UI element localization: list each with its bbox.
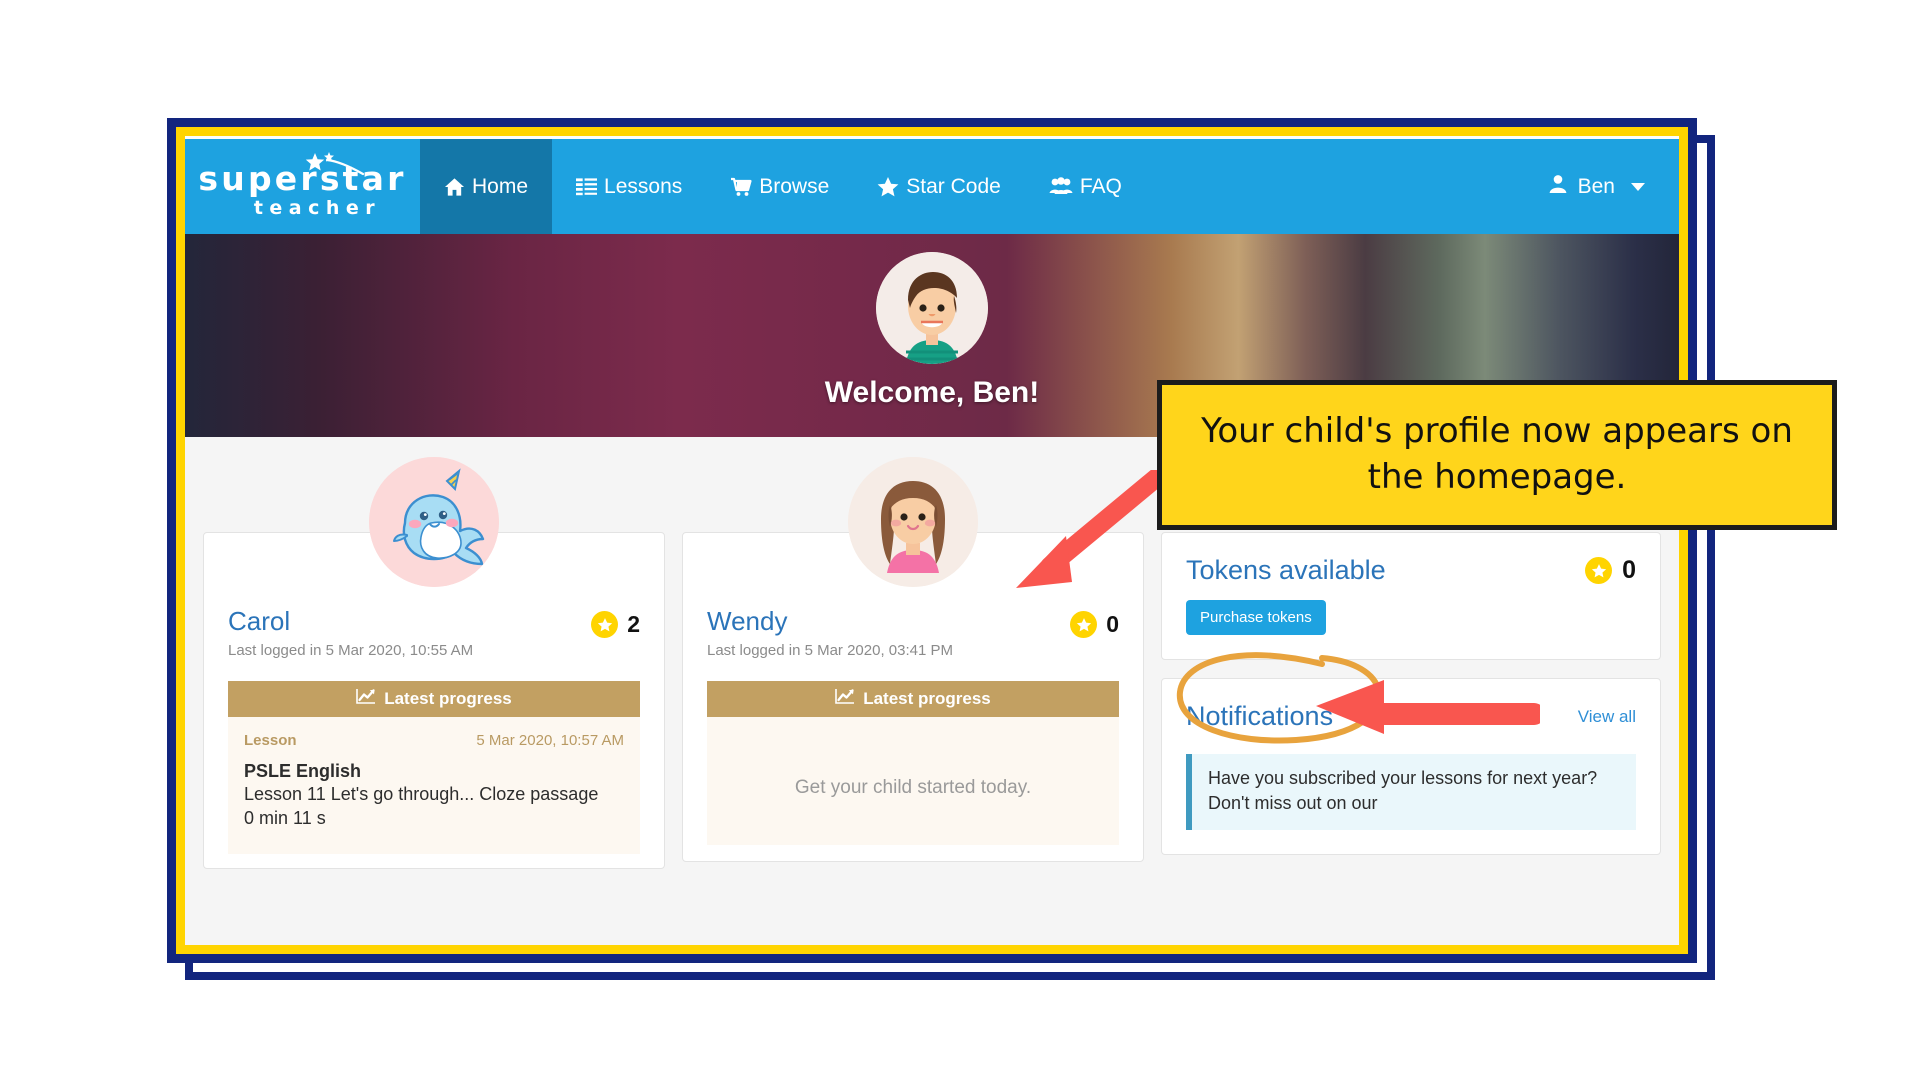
top-navbar: superstar teacher Home Lessons Browse St…	[185, 136, 1679, 234]
right-column: Tokens available 0 Purchase tokens Notif…	[1161, 532, 1661, 869]
nav-label-lessons: Lessons	[604, 174, 683, 198]
page-body: superstar teacher Home Lessons Browse St…	[185, 136, 1679, 945]
nav-item-star-code[interactable]: Star Code	[853, 139, 1025, 234]
child-last-login: Last logged in 5 Mar 2020, 10:55 AM	[228, 641, 474, 659]
child-identity-carol: Carol Last logged in 5 Mar 2020, 10:55 A…	[228, 607, 473, 659]
progress-subject: PSLE English	[244, 760, 362, 781]
list-icon	[576, 177, 598, 196]
nav-label-star-code: Star Code	[906, 174, 1001, 198]
latest-progress-header-carol: Latest progress	[228, 680, 640, 717]
user-icon	[1548, 174, 1568, 200]
users-icon	[1049, 177, 1073, 196]
notification-item[interactable]: Have you subscribed your lessons for nex…	[1186, 754, 1636, 831]
purchase-tokens-button[interactable]: Purchase tokens	[1186, 600, 1326, 635]
cart-icon	[730, 177, 752, 197]
progress-type-label: Lesson	[244, 731, 297, 749]
browser-frame: superstar teacher Home Lessons Browse St…	[167, 118, 1697, 963]
child-last-login: Last logged in 5 Mar 2020, 03:41 PM	[707, 641, 953, 659]
child-name[interactable]: Carol	[228, 607, 473, 636]
frame-yellow-inner: superstar teacher Home Lessons Browse St…	[176, 127, 1688, 954]
latest-progress-body-carol: Lesson 5 Mar 2020, 10:57 AM PSLE English…	[228, 716, 640, 855]
nav-item-faq[interactable]: FAQ	[1025, 139, 1146, 234]
child-name[interactable]: Wendy	[707, 607, 953, 636]
shooting-star-icon	[305, 152, 365, 176]
tokens-panel-header: Tokens available 0	[1186, 555, 1636, 586]
hero-welcome-text: Welcome, Ben!	[824, 376, 1040, 409]
progress-timestamp: 5 Mar 2020, 10:57 AM	[476, 731, 624, 749]
chevron-down-icon	[1631, 182, 1645, 191]
notifications-panel-title: Notifications	[1186, 701, 1334, 731]
girl-avatar	[848, 457, 978, 587]
star-icon	[877, 176, 899, 197]
notifications-panel: Notifications View all Have you subscrib…	[1161, 678, 1661, 856]
progress-empty-message: Get your child started today.	[794, 776, 1032, 798]
user-menu-label: Ben	[1577, 174, 1615, 198]
token-count-value: 0	[1106, 611, 1119, 637]
nav-label-faq: FAQ	[1079, 174, 1122, 198]
latest-progress-label: Latest progress	[384, 688, 512, 708]
progress-duration: 0 min 11 s	[244, 807, 326, 828]
user-menu[interactable]: Ben	[1548, 139, 1679, 234]
nav-label-home: Home	[472, 174, 529, 198]
nav-item-lessons[interactable]: Lessons	[552, 139, 706, 234]
tokens-panel: Tokens available 0 Purchase tokens	[1161, 532, 1661, 660]
star-token-icon	[1070, 611, 1098, 638]
annotation-callout-text: Your child's profile now appears on the …	[1201, 411, 1793, 497]
nav-item-home[interactable]: Home	[420, 139, 553, 234]
star-token-icon	[591, 611, 619, 638]
boy-avatar	[876, 252, 988, 364]
child-card-wendy[interactable]: Wendy Last logged in 5 Mar 2020, 03:41 P…	[682, 457, 1144, 862]
tokens-panel-title: Tokens available	[1186, 555, 1386, 585]
nav-label-browse: Browse	[759, 174, 830, 198]
star-token-icon	[1585, 557, 1613, 584]
tokens-available-count: 0	[1585, 556, 1636, 585]
home-icon	[444, 177, 465, 197]
latest-progress-label: Latest progress	[863, 688, 991, 708]
nav-item-browse[interactable]: Browse	[706, 139, 853, 234]
brand-line-2: teacher	[253, 196, 382, 219]
child-column-carol: Carol Last logged in 5 Mar 2020, 10:55 A…	[203, 457, 665, 870]
chart-line-icon	[835, 688, 855, 710]
chart-line-icon	[356, 688, 376, 710]
child-token-count-wendy: 0	[1070, 607, 1119, 638]
token-count-value: 0	[1622, 556, 1636, 584]
child-token-count-carol: 2	[591, 607, 640, 638]
nav-items: Home Lessons Browse Star Code FAQ	[420, 139, 1146, 234]
progress-meta-row: Lesson 5 Mar 2020, 10:57 AM	[244, 732, 624, 749]
latest-progress-header-wendy: Latest progress	[707, 680, 1119, 717]
child-identity-wendy: Wendy Last logged in 5 Mar 2020, 03:41 P…	[707, 607, 953, 659]
view-all-link[interactable]: View all	[1578, 707, 1636, 727]
annotation-callout: Your child's profile now appears on the …	[1157, 380, 1837, 530]
screenshot-root: superstar teacher Home Lessons Browse St…	[0, 0, 1920, 1080]
narwhal-avatar	[369, 457, 499, 587]
latest-progress-body-wendy: Get your child started today.	[707, 716, 1119, 845]
notifications-panel-header: Notifications View all	[1186, 701, 1636, 732]
progress-detail: Lesson 11 Let's go through... Cloze pass…	[244, 783, 599, 804]
child-card-carol[interactable]: Carol Last logged in 5 Mar 2020, 10:55 A…	[203, 457, 665, 870]
brand-logo[interactable]: superstar teacher	[185, 139, 420, 234]
token-count-value: 2	[627, 611, 640, 637]
child-column-wendy: Wendy Last logged in 5 Mar 2020, 03:41 P…	[682, 457, 1144, 869]
